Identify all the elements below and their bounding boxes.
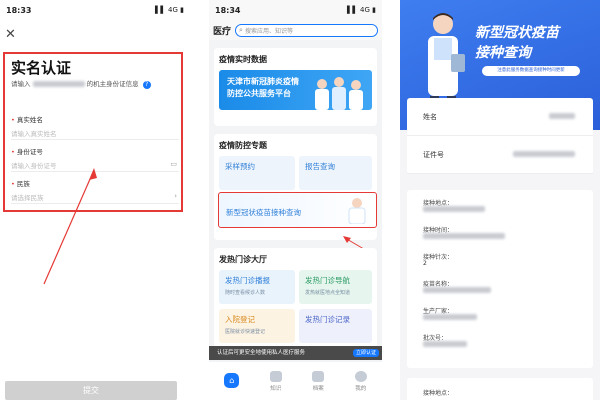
redacted-value xyxy=(423,206,485,212)
auth-now-button[interactable]: 立即认证 xyxy=(352,349,379,357)
redacted-value xyxy=(423,287,491,293)
id-row: 证件号 xyxy=(407,136,593,174)
redacted-value xyxy=(423,341,467,347)
tile-label: 发热门诊播报 xyxy=(225,276,270,285)
detail-manufacturer: 生产厂家： xyxy=(407,304,593,325)
tab-records[interactable]: 档案 xyxy=(312,370,325,392)
home-icon: ⌂ xyxy=(224,372,240,388)
tile-sub: 发热就医地点全知道 xyxy=(305,290,351,296)
tab-label: 我的 xyxy=(355,385,367,392)
fever-record-tile[interactable]: 发热门诊记录 xyxy=(299,309,372,343)
tab-label: 档案 xyxy=(312,385,324,392)
detail-site: 接种地点： xyxy=(407,378,593,399)
detail-batch: 批次号： xyxy=(407,331,593,352)
realname-auth-screen: 18:33 ▌▌ 4G ▮ ✕ 实名认证 请输入 的机主身份证信息 ? 真实姓名… xyxy=(0,0,190,400)
vaccination-details: 接种地点： 接种时间： 接种针次： 2 疫苗名称： 生产厂家： 批次号： xyxy=(407,190,593,368)
submit-button[interactable]: 提交 xyxy=(5,381,177,400)
detail-dose: 接种针次： 2 xyxy=(407,250,593,271)
redacted-value xyxy=(549,113,575,119)
hero-notice: 注意此服务数据查询接种时间更新 xyxy=(482,66,580,76)
tile-label: 发热门诊记录 xyxy=(305,315,350,324)
medical-home-screen: 18:34 ▌▌ 4G ▮ 医疗 ⌕ 搜索应用、知识等 疫情实时数据 天津市新冠… xyxy=(209,0,382,400)
tile-label: 发热门诊导航 xyxy=(305,276,350,285)
detail-time: 接种时间： xyxy=(407,223,593,244)
heart-icon xyxy=(312,370,325,382)
next-record-card: 接种地点： xyxy=(407,378,593,400)
tab-knowledge[interactable]: 知识 xyxy=(269,370,282,392)
fever-broadcast-tile[interactable]: 发热门诊播报 随时查看候诊人数 xyxy=(219,270,295,304)
tab-profile[interactable]: 我的 xyxy=(354,370,367,392)
fever-clinic-section: 发热门诊大厅 发热门诊播报 随时查看候诊人数 发热门诊导航 发热就医地点全知道 … xyxy=(214,248,377,348)
row-label: 证件号 xyxy=(423,151,444,159)
annotation-arrow xyxy=(43,168,97,285)
tile-sub: 医院就诊快速登记 xyxy=(225,329,266,335)
tab-home[interactable]: ⌂ xyxy=(224,372,240,390)
row-label: 姓名 xyxy=(423,113,437,121)
book-icon xyxy=(269,370,282,382)
detail-label: 接种地点： xyxy=(423,390,454,397)
tile-label: 入院登记 xyxy=(225,315,255,324)
auth-prompt-text: 认证后可更安全地使用私人医疗服务 xyxy=(217,350,306,356)
admission-registration-tile[interactable]: 入院登记 医院就诊快速登记 xyxy=(219,309,295,343)
tab-label: 知识 xyxy=(270,385,282,392)
hero-title-line2: 接种查询 xyxy=(475,45,531,61)
detail-site: 接种地点： xyxy=(407,196,593,217)
hero-title-line1: 新型冠状疫苗 xyxy=(475,25,559,41)
auth-prompt-banner: 认证后可更安全地使用私人医疗服务 立即认证 xyxy=(209,346,382,360)
dose-value: 2 xyxy=(423,260,427,267)
fever-navigation-tile[interactable]: 发热门诊导航 发热就医地点全知道 xyxy=(299,270,372,304)
redacted-value xyxy=(513,151,575,157)
detail-label: 接种针次： xyxy=(423,254,454,261)
vaccine-result-screen: 新型冠状疫苗 接种查询 注意此服务数据查询接种时间更新 姓名 证件号 接种地点：… xyxy=(400,0,600,400)
section-title: 发热门诊大厅 xyxy=(219,255,267,264)
user-icon xyxy=(354,370,367,382)
tile-sub: 随时查看候诊人数 xyxy=(225,290,266,296)
detail-vaccine-name: 疫苗名称： xyxy=(407,277,593,298)
redacted-value xyxy=(423,314,477,320)
name-row: 姓名 xyxy=(407,98,593,136)
identity-card: 姓名 证件号 xyxy=(407,98,593,174)
redacted-value xyxy=(423,233,505,239)
bottom-tab-bar: ⌂ 知识 档案 我的 xyxy=(209,362,382,400)
